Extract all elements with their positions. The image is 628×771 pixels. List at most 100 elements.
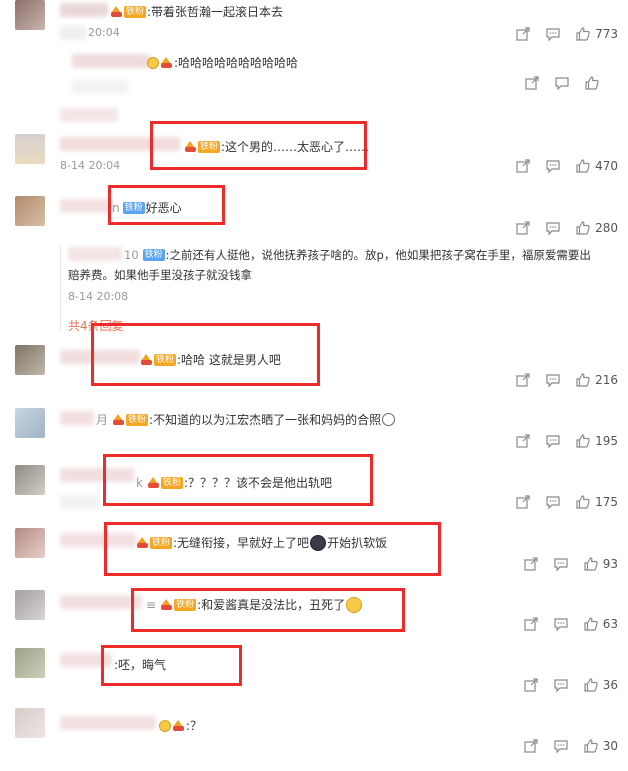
avatar[interactable] <box>15 465 45 495</box>
iron-fan-badge: 铁粉 <box>124 5 147 18</box>
comment-button[interactable] <box>545 433 561 449</box>
comment-icon <box>546 435 560 449</box>
like-button[interactable]: 773 <box>575 26 618 42</box>
comment-icon <box>555 77 569 91</box>
like-button[interactable]: 175 <box>575 494 618 510</box>
share-icon <box>516 159 530 173</box>
comment-actions: 773 <box>501 26 618 42</box>
comment-actions: 195 <box>501 433 618 449</box>
iron-fan-badge: 铁粉 <box>142 249 165 261</box>
subreply-divider <box>60 245 61 331</box>
avatar[interactable] <box>15 196 45 226</box>
comment-icon <box>554 740 568 754</box>
timestamp: 20:04 <box>88 26 120 39</box>
like-button[interactable]: 216 <box>575 372 618 388</box>
share-icon <box>525 76 539 90</box>
time-blur <box>72 80 128 94</box>
like-button[interactable]: 195 <box>575 433 618 449</box>
share-icon <box>516 495 530 509</box>
username[interactable] <box>60 199 112 213</box>
username[interactable] <box>60 595 142 609</box>
avatar[interactable] <box>15 345 45 375</box>
time-blur <box>60 495 100 509</box>
comment-button[interactable] <box>553 738 569 754</box>
avatar[interactable] <box>15 648 45 678</box>
username[interactable] <box>60 411 94 425</box>
comment-text-line2: 赔养费。如果他手里没孩子就没钱拿 <box>68 268 252 282</box>
crown-icon <box>110 5 123 18</box>
like-count: 175 <box>595 495 618 509</box>
comment-icon <box>546 222 560 236</box>
comment-button[interactable] <box>553 616 569 632</box>
emoji-icon <box>159 719 171 732</box>
share-button[interactable] <box>515 433 531 449</box>
like-count: 36 <box>602 678 618 692</box>
comment-text: 10 铁粉:之前还有人挺他，说他抚养孩子啥的。放p，他如果把孩子窝在手里，福原爱需… <box>124 248 591 262</box>
avatar[interactable] <box>15 590 45 620</box>
share-button[interactable] <box>515 494 531 510</box>
avatar[interactable] <box>15 134 45 164</box>
thumbs-up-icon <box>576 221 590 235</box>
crown-icon <box>112 413 125 426</box>
avatar[interactable] <box>15 0 45 30</box>
share-button[interactable] <box>515 26 531 42</box>
comment-text: :？ <box>158 717 202 734</box>
thumbs-up-icon <box>576 373 590 387</box>
comment-button[interactable] <box>545 158 561 174</box>
thumbs-up-icon <box>584 678 598 692</box>
like-button[interactable]: 280 <box>575 220 618 236</box>
share-button[interactable] <box>523 616 539 632</box>
share-button[interactable] <box>515 220 531 236</box>
share-button[interactable] <box>515 372 531 388</box>
like-button[interactable]: 36 <box>583 677 618 693</box>
like-button[interactable]: 30 <box>583 738 618 754</box>
comment-button[interactable] <box>554 75 570 91</box>
emoji-icon <box>147 56 159 69</box>
highlight-box <box>103 454 373 506</box>
comment-text: 月铁粉:不知道的以为江宏杰晒了一张和妈妈的合照 <box>96 411 396 428</box>
share-button[interactable] <box>524 75 540 91</box>
comment-actions <box>510 75 600 91</box>
username[interactable] <box>68 247 122 261</box>
share-button[interactable] <box>523 738 539 754</box>
like-button[interactable]: 63 <box>583 616 618 632</box>
thumbs-up-icon <box>584 617 598 631</box>
share-button[interactable] <box>523 677 539 693</box>
comment-icon <box>554 618 568 632</box>
share-icon <box>516 373 530 387</box>
like-button[interactable] <box>584 75 600 91</box>
avatar[interactable] <box>15 708 45 738</box>
comment-actions: 175 <box>501 494 618 510</box>
comment-actions: 470 <box>501 158 618 174</box>
highlight-box <box>91 323 320 386</box>
comment-icon <box>546 496 560 510</box>
share-icon <box>516 27 530 41</box>
comment-actions: 280 <box>501 220 618 236</box>
like-count: 195 <box>595 434 618 448</box>
highlight-box <box>150 121 367 170</box>
share-button[interactable] <box>523 556 539 572</box>
like-count: 470 <box>595 159 618 173</box>
comment-button[interactable] <box>545 372 561 388</box>
like-button[interactable]: 470 <box>575 158 618 174</box>
like-button[interactable]: 93 <box>583 556 618 572</box>
comment-button[interactable] <box>553 556 569 572</box>
username[interactable] <box>60 3 108 17</box>
username[interactable] <box>72 54 150 68</box>
comment-button[interactable] <box>545 494 561 510</box>
thumbs-up-icon <box>576 434 590 448</box>
comment-button[interactable] <box>545 220 561 236</box>
avatar[interactable] <box>15 408 45 438</box>
username[interactable] <box>60 716 156 730</box>
comment-actions: 93 <box>509 556 618 572</box>
highlight-box <box>131 588 405 632</box>
comment-button[interactable] <box>545 26 561 42</box>
like-count: 773 <box>595 27 618 41</box>
avatar[interactable] <box>15 528 45 558</box>
thumbs-up-icon <box>576 495 590 509</box>
comment-button[interactable] <box>553 677 569 693</box>
share-icon <box>516 434 530 448</box>
comment-actions: 30 <box>509 738 618 754</box>
share-button[interactable] <box>515 158 531 174</box>
thumbs-up-icon <box>576 27 590 41</box>
